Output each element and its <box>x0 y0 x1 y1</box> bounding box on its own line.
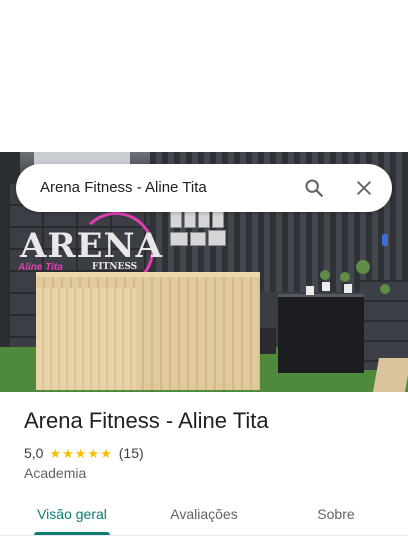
rating-stars: ★ ★ ★ ★ ★ <box>49 447 112 460</box>
star-icon: ★ <box>87 445 100 461</box>
photo-pot <box>322 282 330 291</box>
photo-trash-bin <box>258 328 276 354</box>
photo-frame <box>170 232 188 246</box>
close-icon-svg <box>357 181 371 195</box>
tab-bar: Visão geral Avaliações Sobre <box>0 494 408 536</box>
place-category[interactable]: Academia <box>24 465 86 481</box>
star-icon: ★ <box>49 445 62 461</box>
photo-shelf <box>278 294 364 373</box>
photo-pot <box>344 284 352 293</box>
logo-subtext: FITNESS <box>92 262 138 272</box>
search-icon-svg <box>305 179 323 197</box>
photo-frame <box>170 210 182 228</box>
search-icon[interactable] <box>298 172 330 204</box>
photo-plant <box>320 270 330 280</box>
rating-row[interactable]: 5,0 ★ ★ ★ ★ ★ (15) <box>24 444 144 462</box>
photo-pot <box>306 286 314 295</box>
star-icon: ★ <box>100 445 112 461</box>
photo-frame <box>184 210 196 228</box>
photo-frame <box>212 210 224 228</box>
star-icon: ★ <box>62 445 74 461</box>
tab-overview[interactable]: Visão geral <box>34 494 110 534</box>
photo-plant <box>380 284 390 294</box>
place-title: Arena Fitness - Aline Tita <box>24 408 269 433</box>
close-icon[interactable] <box>348 172 380 204</box>
photo-frame <box>208 230 226 246</box>
logo-text: ARENA <box>20 226 164 266</box>
place-sheet: ARENA FITNESS Aline Tita Arena Fitness -… <box>0 0 408 544</box>
photo-frame <box>198 210 210 228</box>
review-count[interactable]: (15) <box>119 445 144 461</box>
tab-reviews[interactable]: Avaliações <box>160 494 248 534</box>
tab-divider <box>0 535 408 536</box>
rating-value: 5,0 <box>24 445 44 461</box>
photo-counter-side <box>36 288 136 390</box>
photo-crate <box>373 358 408 392</box>
tab-about[interactable]: Sobre <box>306 494 366 534</box>
star-icon: ★ <box>74 445 87 461</box>
search-input[interactable]: Arena Fitness - Aline Tita <box>40 164 207 212</box>
photo-frame <box>190 232 206 246</box>
photo-blue-sign <box>382 234 388 246</box>
photo-plant <box>356 260 370 274</box>
photo-plant <box>340 272 350 282</box>
search-bar[interactable]: Arena Fitness - Aline Tita <box>16 164 392 212</box>
